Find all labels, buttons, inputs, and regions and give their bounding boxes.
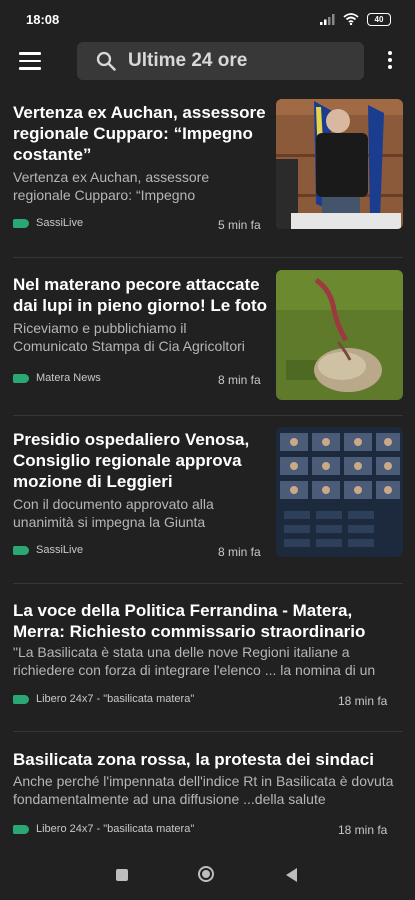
source-name: Matera News: [36, 372, 101, 384]
news-item[interactable]: Nel materano pecore attaccate dai lupi i…: [0, 266, 415, 416]
news-item[interactable]: Presidio ospedaliero Venosa, Consiglio r…: [0, 424, 415, 574]
divider: [13, 257, 403, 258]
article-time: 8 min fa: [218, 545, 261, 559]
article-snippet: Con il documento approvato alla unanimit…: [13, 496, 214, 530]
source-name: Libero 24x7 - "basilicata matera": [36, 693, 195, 705]
article-thumbnail[interactable]: [276, 99, 403, 229]
system-nav-bar: [0, 852, 415, 900]
article-source: Matera News: [13, 372, 101, 384]
menu-icon[interactable]: [19, 52, 41, 70]
status-icons: 40: [320, 12, 391, 26]
news-item[interactable]: La voce della Politica Ferrandina - Mate…: [0, 592, 415, 742]
home-icon[interactable]: [198, 866, 214, 882]
thumbnail-image: [276, 427, 403, 557]
divider: [13, 731, 403, 732]
article-snippet: "La Basilicata è stata una delle nove Re…: [13, 644, 376, 678]
divider: [13, 583, 403, 584]
source-name: SassiLive: [36, 217, 84, 229]
source-tag-icon: [13, 545, 29, 555]
source-tag-icon: [13, 373, 29, 383]
recent-apps-icon[interactable]: [116, 869, 128, 881]
article-time: 18 min fa: [338, 694, 388, 708]
wifi-icon: [343, 13, 359, 25]
thumbnail-image: [276, 270, 403, 400]
article-title[interactable]: Vertenza ex Auchan, assessore regionale …: [13, 102, 268, 165]
status-time: 18:08: [26, 11, 60, 27]
status-bar: 18:08 40: [0, 0, 415, 38]
source-tag-icon: [13, 824, 29, 834]
article-time: 18 min fa: [338, 823, 388, 837]
article-title[interactable]: Presidio ospedaliero Venosa, Consiglio r…: [13, 429, 268, 492]
search-query[interactable]: Ultime 24 ore: [128, 50, 247, 72]
battery-icon: 40: [367, 12, 391, 26]
thumbnail-image: [276, 99, 403, 229]
more-options-icon[interactable]: [384, 51, 396, 73]
news-item[interactable]: Vertenza ex Auchan, assessore regionale …: [0, 96, 415, 246]
source-name: SassiLive: [36, 544, 84, 556]
article-thumbnail[interactable]: [276, 270, 403, 400]
article-title[interactable]: Nel materano pecore attaccate dai lupi i…: [13, 274, 268, 316]
article-source: SassiLive: [13, 217, 83, 229]
article-title[interactable]: La voce della Politica Ferrandina - Mate…: [13, 600, 403, 642]
article-source: SassiLive: [13, 544, 83, 556]
article-time: 5 min fa: [218, 218, 261, 232]
article-source: Libero 24x7 - "basilicata matera": [13, 693, 194, 705]
article-thumbnail[interactable]: [276, 427, 403, 557]
source-name: Libero 24x7 - "basilicata matera": [36, 823, 195, 835]
back-icon[interactable]: [286, 868, 297, 882]
news-item[interactable]: Basilicata zona rossa, la protesta dei s…: [0, 740, 415, 850]
article-source: Libero 24x7 - "basilicata matera": [13, 823, 194, 835]
signal-icon: [320, 13, 335, 25]
search-icon: [96, 51, 116, 71]
article-time: 8 min fa: [218, 373, 261, 387]
battery-level: 40: [374, 14, 384, 24]
search-bar[interactable]: Ultime 24 ore: [77, 42, 364, 80]
article-snippet: Riceviamo e pubblichiamo il Comunicato S…: [13, 320, 245, 354]
article-title[interactable]: Basilicata zona rossa, la protesta dei s…: [13, 749, 403, 770]
divider: [13, 415, 403, 416]
article-snippet: Vertenza ex Auchan, assessore regionale …: [13, 169, 210, 203]
article-snippet: Anche perché l'impennata dell'indice Rt …: [13, 773, 394, 807]
source-tag-icon: [13, 694, 29, 704]
top-bar: Ultime 24 ore: [0, 40, 415, 84]
source-tag-icon: [13, 218, 29, 228]
